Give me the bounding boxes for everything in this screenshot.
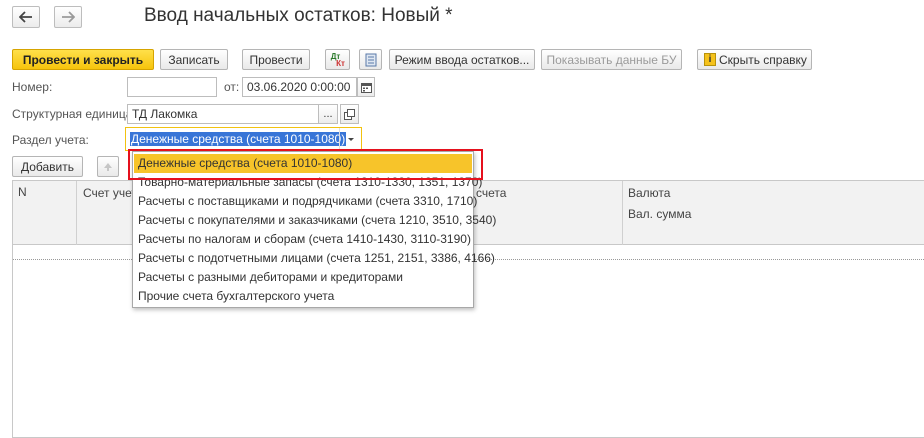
dropdown-option[interactable]: Расчеты с разными дебиторами и кредитора…	[138, 268, 403, 287]
date-label: от:	[224, 80, 240, 94]
back-button[interactable]	[12, 6, 40, 28]
page-title: Ввод начальных остатков: Новый *	[144, 5, 453, 26]
arrow-up-icon	[104, 162, 112, 171]
document-icon	[365, 53, 376, 66]
dropdown-option[interactable]: Расчеты по налогам и сборам (счета 1410-…	[138, 230, 471, 249]
number-label: Номер:	[12, 80, 53, 94]
info-icon: i	[704, 53, 716, 66]
unit-select-button[interactable]: ...	[318, 104, 338, 124]
add-row-button[interactable]: Добавить	[12, 156, 83, 177]
calendar-icon	[360, 82, 372, 93]
date-field[interactable]: 03.06.2020 0:00:00	[242, 77, 357, 97]
dropdown-option[interactable]: Расчеты с покупателями и заказчиками (сч…	[138, 211, 496, 230]
unit-open-button[interactable]	[340, 104, 359, 124]
arrow-right-icon	[62, 11, 75, 23]
dt-kt-button[interactable]: Дт Кт	[325, 49, 350, 70]
dropdown-option[interactable]: Расчеты с подотчетными лицами (счета 125…	[138, 249, 495, 268]
move-up-button[interactable]	[97, 156, 119, 177]
balance-mode-button[interactable]: Режим ввода остатков...	[389, 49, 535, 70]
column-n[interactable]: N	[18, 185, 27, 199]
number-field[interactable]	[127, 77, 217, 97]
highlight-box	[128, 149, 483, 180]
dropdown-option[interactable]: Прочие счета бухгалтерского учета	[138, 287, 334, 306]
arrow-left-icon	[19, 11, 32, 23]
hide-help-button[interactable]: i Скрыть справку	[697, 49, 812, 70]
forward-button[interactable]	[54, 6, 82, 28]
column-currency[interactable]: Валюта	[628, 186, 670, 200]
open-icon	[344, 108, 355, 120]
calendar-button[interactable]	[357, 77, 375, 97]
dt-kt-icon-bottom: Кт	[336, 58, 345, 68]
column-divider	[622, 181, 623, 245]
section-select-value: Денежные средства (счета 1010-1080)	[130, 132, 347, 146]
section-label: Раздел учета:	[12, 133, 89, 147]
report-button[interactable]	[359, 49, 382, 70]
show-bu-data-button[interactable]: Показывать данные БУ	[541, 49, 682, 70]
column-currency-sum[interactable]: Вал. сумма	[628, 207, 691, 221]
post-button[interactable]: Провести	[242, 49, 310, 70]
hide-help-label: Скрыть справку	[719, 52, 807, 67]
unit-label: Структурная единица:	[12, 107, 136, 121]
post-and-close-button[interactable]: Провести и закрыть	[12, 49, 154, 70]
section-select[interactable]: Денежные средства (счета 1010-1080)	[125, 127, 362, 151]
column-divider	[76, 181, 77, 245]
chevron-down-icon	[347, 137, 354, 141]
unit-field[interactable]: ТД Лакомка	[127, 104, 319, 124]
dropdown-option[interactable]: Расчеты с поставщиками и подрядчиками (с…	[138, 192, 477, 211]
section-dropdown-button[interactable]	[339, 128, 361, 150]
save-button[interactable]: Записать	[160, 49, 228, 70]
